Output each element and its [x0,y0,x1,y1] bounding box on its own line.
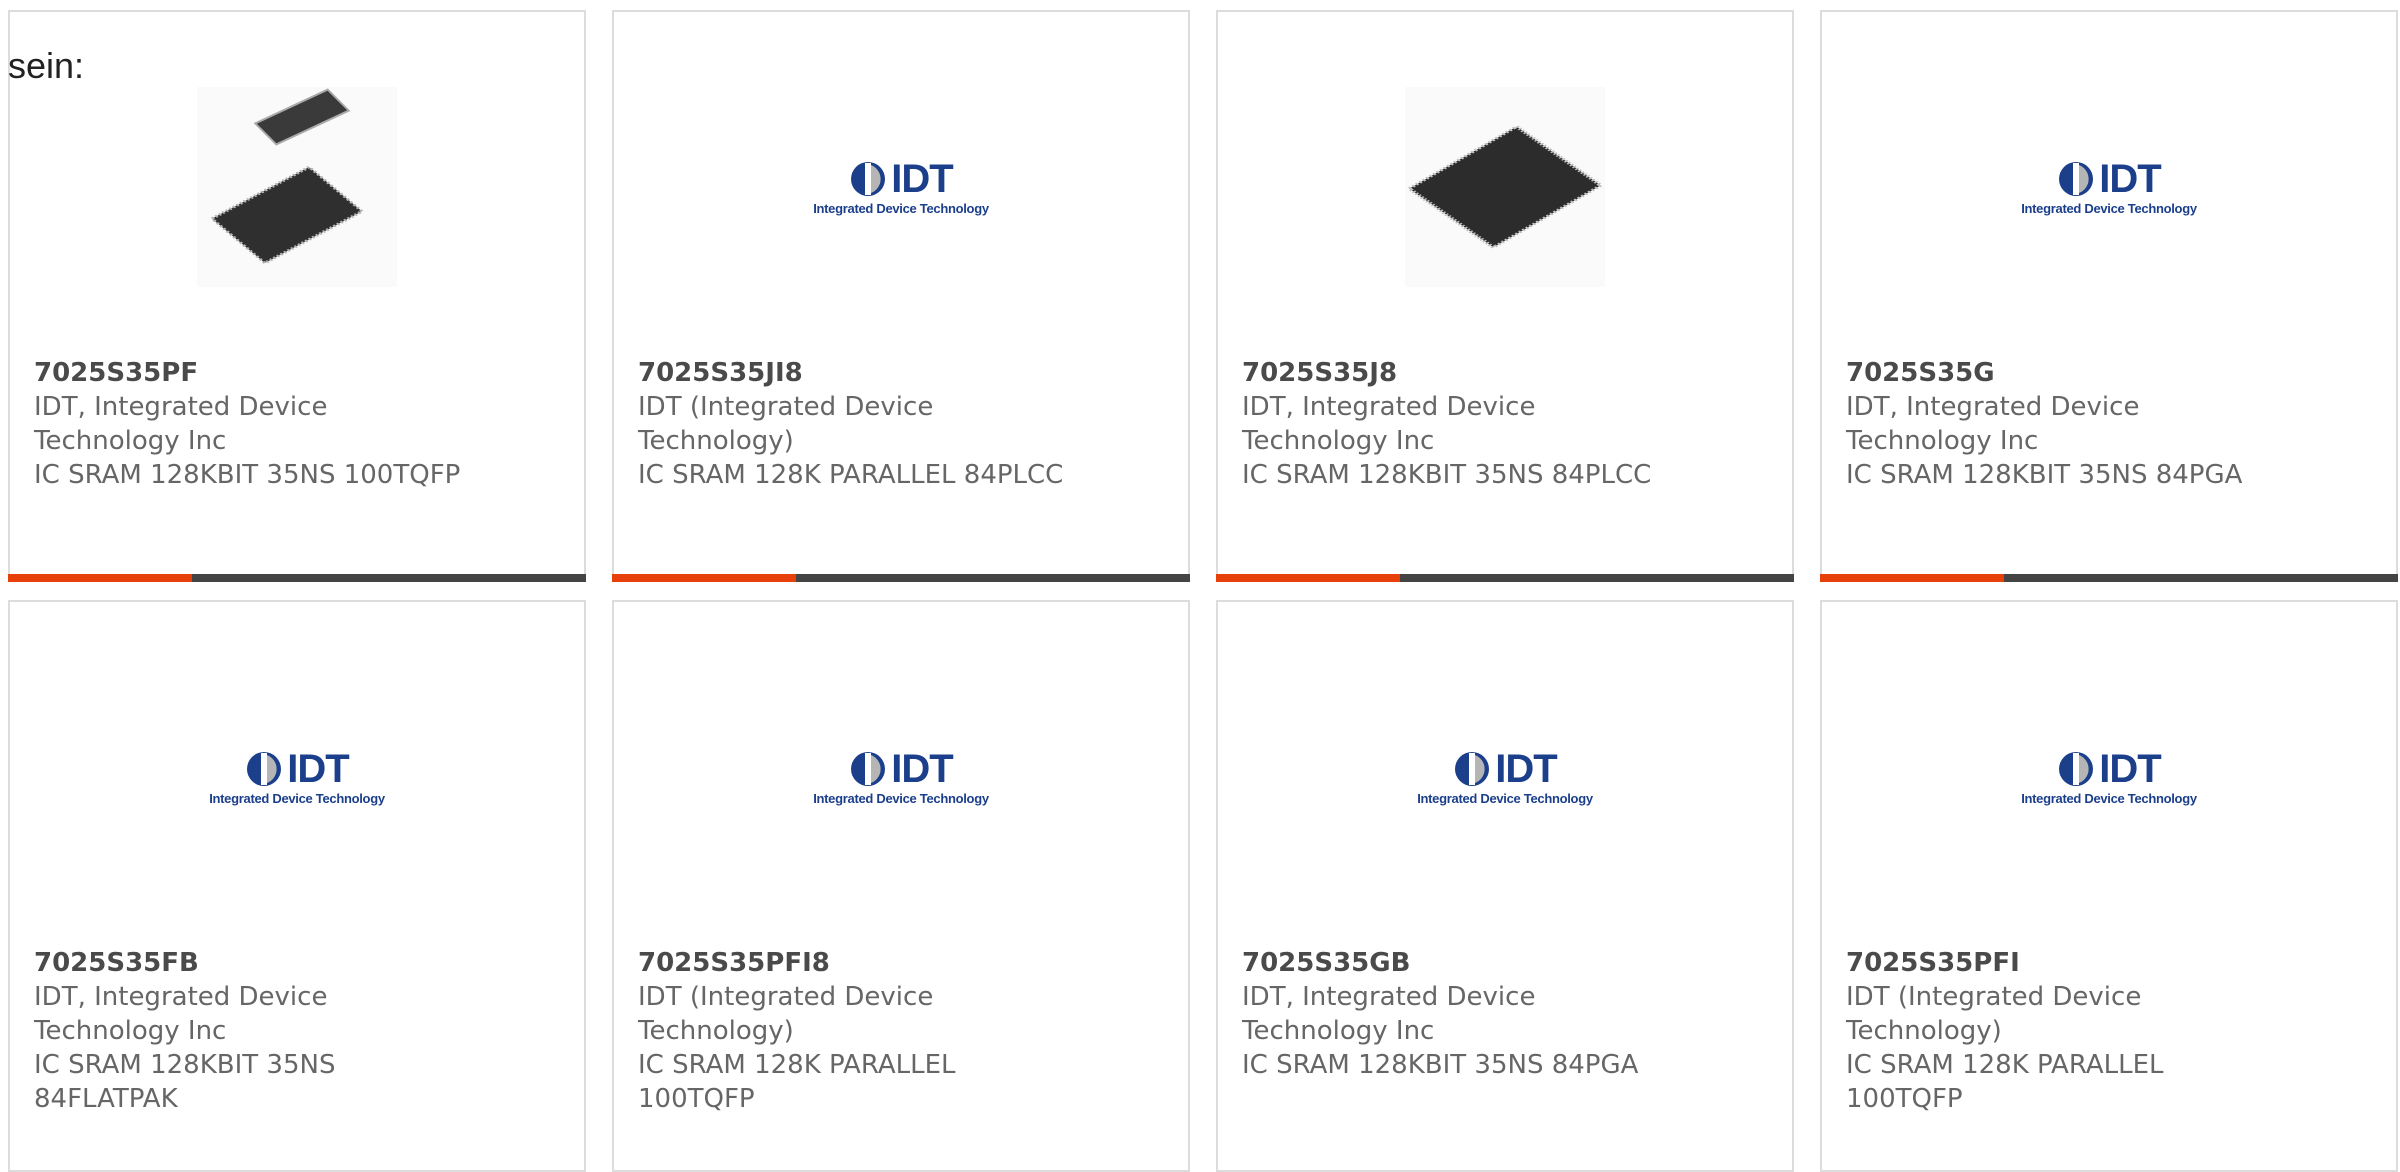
product-image[interactable]: IDT Integrated Device Technology [1822,82,2396,292]
part-number[interactable]: 7025S35PF [34,356,560,390]
manufacturer: IDT, Integrated Device Technology Inc [34,982,328,1046]
product-card[interactable]: IDT Integrated Device Technology 7025S35… [1216,600,1794,1172]
product-text: 7025S35FB IDT, Integrated Device Technolo… [34,946,560,1116]
card-bottom-bar [1820,574,2398,582]
manufacturer: IDT, Integrated Device Technology Inc [1242,392,1536,456]
logo-word: IDT [287,746,349,791]
product-text: 7025S35PFI8 IDT (Integrated Device Techno… [638,946,1164,1116]
description: IC SRAM 128KBIT 35NS 84PGA [1242,1050,1639,1080]
product-card[interactable]: IDT Integrated Device Technology 7025S35… [8,600,586,1172]
logo-word: IDT [2099,156,2161,201]
product-text: 7025S35PFI IDT (Integrated Device Technol… [1846,946,2372,1116]
product-image[interactable]: IDT Integrated Device Technology [1822,672,2396,882]
logo-subtitle: Integrated Device Technology [813,200,989,216]
logo-word: IDT [891,746,953,791]
intro-text: sein: [8,45,85,86]
idt-logo: IDT Integrated Device Technology [2021,749,2197,806]
product-text: 7025S35JI8 IDT (Integrated Device Technol… [638,356,1164,492]
manufacturer: IDT, Integrated Device Technology Inc [1846,392,2140,456]
part-number[interactable]: 7025S35PFI [1846,946,2372,980]
product-card[interactable]: IDT Integrated Device Technology 7025S35… [612,600,1190,1172]
manufacturer: IDT, Integrated Device Technology Inc [34,392,328,456]
idt-logo-mark-icon [247,751,282,786]
product-image[interactable] [10,82,584,292]
plcc-chip-image [1405,87,1605,287]
manufacturer: IDT (Integrated Device Technology) [1846,982,2142,1046]
product-card[interactable]: 7025S35J8 IDT, Integrated Device Technolo… [1216,10,1794,582]
logo-subtitle: Integrated Device Technology [1417,790,1593,806]
description: IC SRAM 128K PARALLEL 100TQFP [1846,1050,2164,1114]
idt-logo-mark-icon [851,161,886,196]
product-grid: 7025S35PF IDT, Integrated Device Technolo… [0,0,2400,1172]
manufacturer: IDT, Integrated Device Technology Inc [1242,982,1536,1046]
idt-logo-mark-icon [2059,161,2094,196]
part-number[interactable]: 7025S35FB [34,946,560,980]
description: IC SRAM 128KBIT 35NS 84FLATPAK [34,1050,336,1114]
card-bottom-bar [1216,574,1794,582]
card-accent [8,574,192,582]
logo-word: IDT [1495,746,1557,791]
description: IC SRAM 128K PARALLEL 100TQFP [638,1050,956,1114]
part-number[interactable]: 7025S35GB [1242,946,1768,980]
product-image[interactable]: IDT Integrated Device Technology [10,672,584,882]
card-bottom-bar [8,574,586,582]
description: IC SRAM 128K PARALLEL 84PLCC [638,460,1064,490]
product-card[interactable]: 7025S35PF IDT, Integrated Device Technolo… [8,10,586,582]
manufacturer: IDT (Integrated Device Technology) [638,982,934,1046]
idt-logo: IDT Integrated Device Technology [1417,749,1593,806]
idt-logo: IDT Integrated Device Technology [209,749,385,806]
product-card[interactable]: IDT Integrated Device Technology 7025S35… [1820,600,2398,1172]
idt-logo: IDT Integrated Device Technology [813,749,989,806]
logo-subtitle: Integrated Device Technology [2021,790,2197,806]
card-accent [612,574,796,582]
qfp-chip-image [197,87,397,287]
product-image[interactable] [1218,82,1792,292]
description: IC SRAM 128KBIT 35NS 84PGA [1846,460,2243,490]
product-text: 7025S35PF IDT, Integrated Device Technolo… [34,356,560,492]
idt-logo-mark-icon [1455,751,1490,786]
product-text: 7025S35J8 IDT, Integrated Device Technolo… [1242,356,1768,492]
idt-logo-mark-icon [851,751,886,786]
card-accent [1820,574,2004,582]
description: IC SRAM 128KBIT 35NS 84PLCC [1242,460,1652,490]
product-image[interactable]: IDT Integrated Device Technology [614,82,1188,292]
description: IC SRAM 128KBIT 35NS 100TQFP [34,460,461,490]
logo-word: IDT [2099,746,2161,791]
product-card[interactable]: IDT Integrated Device Technology 7025S35… [1820,10,2398,582]
part-number[interactable]: 7025S35PFI8 [638,946,1164,980]
part-number[interactable]: 7025S35J8 [1242,356,1768,390]
logo-subtitle: Integrated Device Technology [2021,200,2197,216]
part-number[interactable]: 7025S35JI8 [638,356,1164,390]
idt-logo: IDT Integrated Device Technology [813,159,989,216]
logo-subtitle: Integrated Device Technology [813,790,989,806]
idt-logo: IDT Integrated Device Technology [2021,159,2197,216]
part-number[interactable]: 7025S35G [1846,356,2372,390]
logo-subtitle: Integrated Device Technology [209,790,385,806]
product-text: 7025S35G IDT, Integrated Device Technolog… [1846,356,2372,492]
idt-logo-mark-icon [2059,751,2094,786]
card-accent [1216,574,1400,582]
product-image[interactable]: IDT Integrated Device Technology [1218,672,1792,882]
product-card[interactable]: IDT Integrated Device Technology 7025S35… [612,10,1190,582]
product-image[interactable]: IDT Integrated Device Technology [614,672,1188,882]
card-bottom-bar [612,574,1190,582]
product-text: 7025S35GB IDT, Integrated Device Technolo… [1242,946,1768,1082]
logo-word: IDT [891,156,953,201]
manufacturer: IDT (Integrated Device Technology) [638,392,934,456]
